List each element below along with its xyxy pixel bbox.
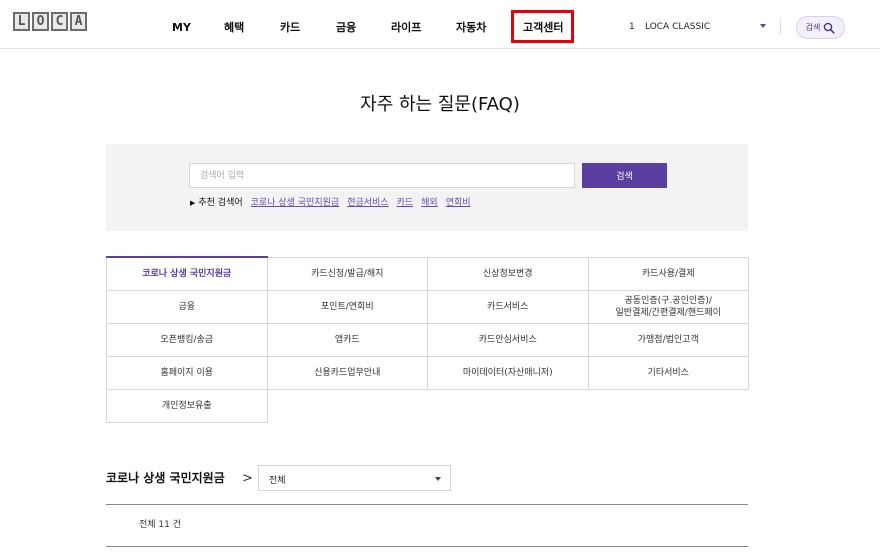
category-tab[interactable]: 마이데이터(자산매니저): [427, 355, 589, 390]
chevron-down-icon[interactable]: [760, 24, 766, 28]
category-tab[interactable]: 기타서비스: [587, 355, 749, 390]
search-icon: [824, 22, 835, 34]
category-tab[interactable]: 앱카드: [266, 322, 428, 357]
chevron-right-icon: >: [242, 471, 253, 486]
recommended-keywords: ▶ 추천 검색어 코로나 상생 국민지원금 현금서비스 카드 해외 연회비: [190, 198, 471, 209]
nav-card[interactable]: 카드: [280, 21, 300, 34]
recommended-keyword[interactable]: 연회비: [446, 198, 471, 209]
category-tab[interactable]: 금융: [106, 289, 268, 324]
logo-letter: A: [70, 12, 87, 31]
header-search-button[interactable]: 검색: [796, 16, 845, 39]
category-tab[interactable]: 홈페이지 이용: [106, 355, 268, 390]
list-top-divider: [106, 504, 748, 505]
nav-car[interactable]: 자동차: [456, 21, 486, 34]
nav-my[interactable]: MY: [172, 21, 191, 34]
empty-cell: [428, 389, 589, 422]
top-header: L O C A MY 혜택 카드 금융 라이프 자동차 고객센터 1 LOCA …: [0, 0, 880, 49]
total-count: 전체 11 건: [139, 520, 182, 530]
category-tab[interactable]: 포인트/연회비: [266, 289, 428, 324]
page-title: 자주 하는 질문(FAQ): [360, 94, 520, 115]
category-tab[interactable]: 공동인증(구.공인인증)/ 일반결제/간편결제/핸드페이: [587, 289, 749, 324]
empty-cell: [588, 389, 749, 422]
triangle-right-icon: ▶: [190, 199, 196, 207]
category-tab[interactable]: 카드안심서비스: [427, 322, 589, 357]
recommended-keyword[interactable]: 코로나 상생 국민지원금: [251, 198, 340, 209]
nav-highlight-box: [511, 10, 574, 43]
chevron-down-icon: [435, 477, 441, 481]
divider: [780, 19, 781, 34]
card-selector-label[interactable]: LOCA CLASSIC: [645, 21, 710, 33]
category-tab[interactable]: 오픈뱅킹/송금: [106, 322, 268, 357]
faq-category-grid: 코로나 상생 국민지원금 카드신청/발급/해지 신상정보변경 카드사용/결제 금…: [106, 256, 749, 423]
faq-search-button[interactable]: 검색: [582, 163, 667, 188]
category-tab[interactable]: 개인정보유출: [106, 388, 268, 423]
category-tab[interactable]: 가맹점/법인고객: [587, 322, 749, 357]
category-tab[interactable]: 코로나 상생 국민지원금: [106, 256, 268, 291]
recommended-label: ▶ 추천 검색어: [190, 198, 243, 208]
empty-cell: [267, 389, 428, 422]
category-tab[interactable]: 카드신청/발급/해지: [266, 256, 428, 291]
recommended-keyword[interactable]: 해외: [421, 198, 438, 209]
header-search-label: 검색: [805, 23, 821, 32]
recommended-keyword[interactable]: 카드: [397, 198, 414, 209]
category-tab[interactable]: 카드사용/결제: [587, 256, 749, 291]
loca-logo[interactable]: L O C A: [13, 12, 87, 31]
category-tab[interactable]: 카드서비스: [427, 289, 589, 324]
subcategory-select[interactable]: 전체: [258, 465, 451, 491]
card-count: 1: [629, 22, 635, 32]
logo-letter: O: [32, 12, 49, 31]
section-title: 코로나 상생 국민지원금: [106, 471, 225, 485]
subcategory-select-value: 전체: [269, 476, 286, 486]
nav-life[interactable]: 라이프: [391, 21, 421, 34]
faq-search-input[interactable]: [189, 163, 575, 188]
list-divider: [106, 546, 748, 547]
logo-letter: L: [13, 12, 30, 31]
logo-letter: C: [51, 12, 68, 31]
nav-finance[interactable]: 금융: [336, 21, 356, 34]
recommended-keyword[interactable]: 현금서비스: [347, 198, 388, 209]
category-tab[interactable]: 신용카드업무안내: [266, 355, 428, 390]
category-tab[interactable]: 신상정보변경: [427, 256, 589, 291]
nav-benefits[interactable]: 혜택: [224, 21, 244, 34]
